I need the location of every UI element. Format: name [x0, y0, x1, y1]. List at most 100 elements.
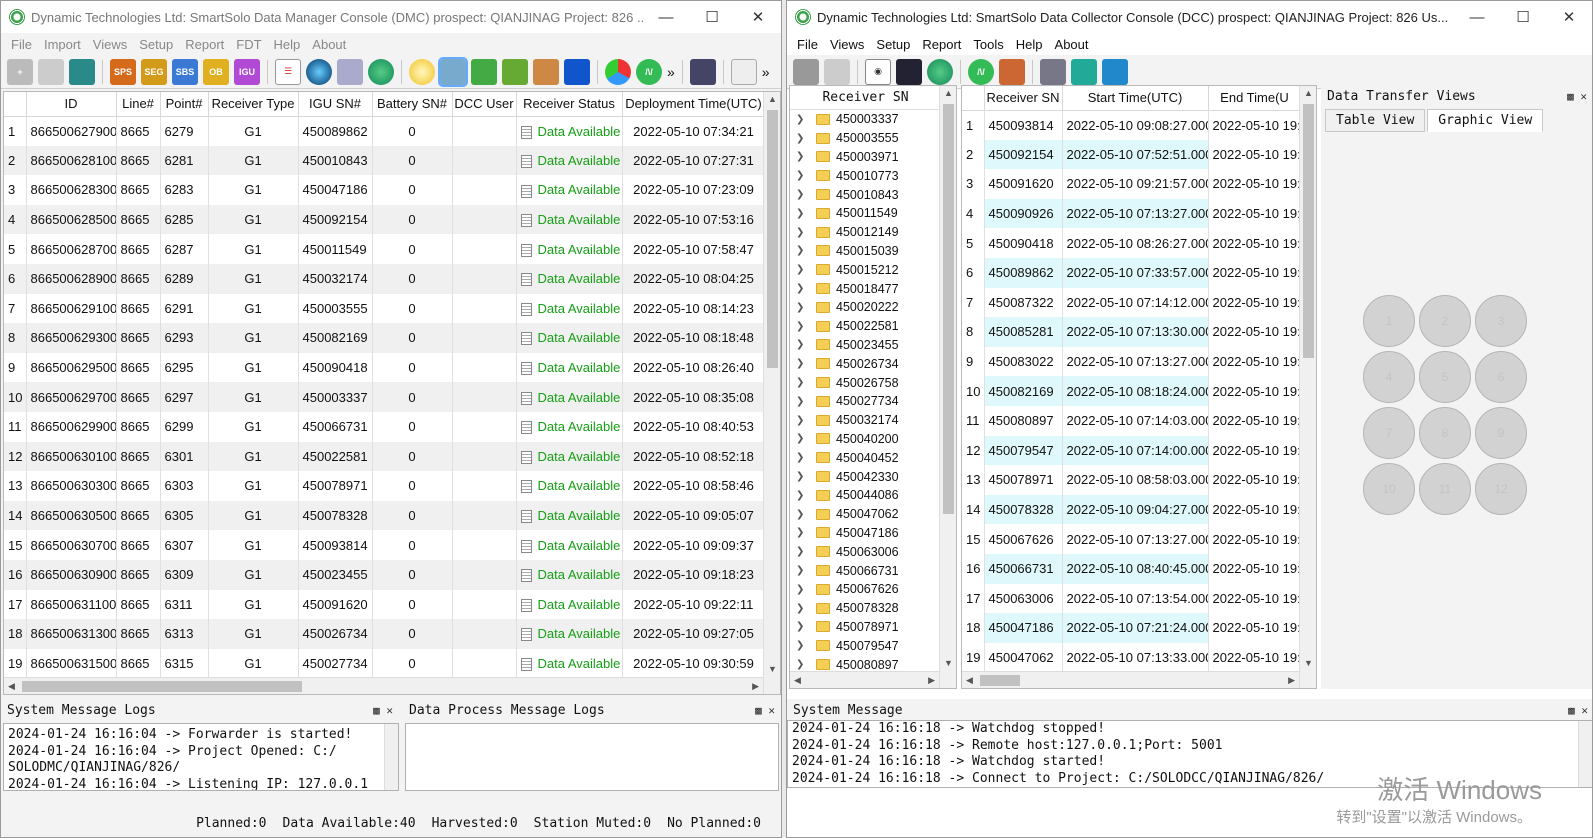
col-header-id[interactable]: ID — [26, 92, 117, 117]
close-button[interactable]: ✕ — [735, 1, 781, 33]
receiver-slot[interactable]: 5 — [1419, 351, 1471, 403]
table-row[interactable]: 19 450047062 2022-05-10 07:13:33.000 2022-0… — [962, 642, 1302, 673]
expand-chevron-icon[interactable]: ❯ — [796, 659, 810, 670]
receiver-sn-tree[interactable]: Receiver SN ❯ 450003337 ❯ 450003555 ❯ 4500039… — [789, 85, 957, 689]
receiver-slot[interactable]: 4 — [1363, 351, 1415, 403]
server-icon[interactable] — [793, 58, 819, 85]
table-row[interactable]: 15 450067626 2022-05-10 07:13:27.000 2022-0… — [962, 524, 1302, 554]
green-globe-icon[interactable] — [927, 58, 953, 85]
table-row[interactable]: 8 450085281 2022-05-10 07:13:30.000 2022-05… — [962, 317, 1302, 347]
col-header-point[interactable]: Point# — [160, 92, 209, 117]
table-row[interactable]: 4 866500628500 8665 6285 G1 450092154 0 Data Av… — [4, 204, 766, 235]
panel-float-close-icon[interactable]: ▩ ✕ — [755, 704, 775, 717]
table-row[interactable]: 2 450092154 2022-05-10 07:52:51.000 2022-05… — [962, 139, 1302, 170]
expand-chevron-icon[interactable]: ❯ — [796, 302, 810, 313]
table-row[interactable]: 2 866500628100 8665 6281 G1 450010843 0 Data Av… — [4, 145, 766, 176]
expand-chevron-icon[interactable]: ❯ — [796, 151, 810, 162]
book-icon[interactable] — [564, 58, 590, 85]
receiver-slot[interactable]: 2 — [1419, 295, 1471, 347]
tree-node[interactable]: ❯ 450023455 — [790, 336, 941, 355]
expand-chevron-icon[interactable]: ❯ — [796, 584, 810, 595]
tree-vscrollbar[interactable]: ▲ ▼ — [939, 86, 956, 688]
pie-chart-icon[interactable] — [605, 58, 631, 85]
list-icon[interactable]: ☰ — [275, 58, 301, 85]
scroll-thumb[interactable] — [943, 104, 954, 514]
table-row[interactable]: 11 450080897 2022-05-10 07:14:03.000 2022-0… — [962, 405, 1302, 436]
receiver-slot[interactable]: 10 — [1363, 463, 1415, 515]
tree-node[interactable]: ❯ 450047062 — [790, 505, 941, 524]
expand-chevron-icon[interactable]: ❯ — [796, 264, 810, 275]
menu-report[interactable]: Report — [179, 37, 230, 52]
expand-chevron-icon[interactable]: ❯ — [796, 490, 810, 501]
expand-chevron-icon[interactable]: ❯ — [796, 208, 810, 219]
table-row[interactable]: 15 866500630700 8665 6307 G1 450093814 0 Data A… — [4, 530, 766, 560]
expand-chevron-icon[interactable]: ❯ — [796, 565, 810, 576]
scroll-up-icon[interactable]: ▲ — [1304, 88, 1313, 98]
menu-setup[interactable]: Setup — [133, 37, 179, 52]
close-button[interactable]: ✕ — [1546, 1, 1592, 33]
tree-node[interactable]: ❯ 450040452 — [790, 448, 941, 467]
upload-icon[interactable] — [1102, 58, 1128, 85]
col-header-receiver-type[interactable]: Receiver Type — [208, 92, 299, 117]
col-header-battery-sn[interactable]: Battery SN# — [372, 92, 453, 117]
scroll-thumb-h[interactable] — [980, 675, 1020, 686]
camera-icon[interactable]: ◉ — [865, 58, 891, 85]
scroll-thumb[interactable] — [767, 110, 778, 368]
table-row[interactable]: 13 450078971 2022-05-10 08:58:03.000 2022-0… — [962, 465, 1302, 495]
tree-node[interactable]: ❯ 450044086 — [790, 486, 941, 505]
collector-table[interactable]: Receiver SN Start Time(UTC) End Time(U 1… — [961, 85, 1317, 689]
menu-file[interactable]: File — [791, 37, 824, 52]
terrain-icon[interactable] — [502, 58, 528, 85]
receiver-slot[interactable]: 8 — [1419, 407, 1471, 459]
menu-help[interactable]: Help — [268, 37, 307, 52]
receiver-table-vscrollbar[interactable]: ▲ ▼ — [763, 92, 780, 694]
checklist-icon[interactable] — [1071, 58, 1097, 85]
expand-chevron-icon[interactable]: ❯ — [796, 170, 810, 181]
panel-float-close-icon[interactable]: ▩ ✕ — [373, 704, 393, 717]
menu-views[interactable]: Views — [824, 37, 870, 52]
receiver-table-hscrollbar[interactable]: ◀ ▶ — [4, 677, 763, 694]
igu-import-icon[interactable]: IGU — [234, 58, 260, 85]
menu-setup[interactable]: Setup — [870, 37, 916, 52]
expand-chevron-icon[interactable]: ❯ — [796, 621, 810, 632]
system-log-box[interactable]: 2024-01-24 16:16:04 -> Forwarder is star… — [3, 723, 399, 791]
table-row[interactable]: 6 866500628900 8665 6289 G1 450032174 0 Data Av… — [4, 263, 766, 294]
table-row[interactable]: 3 450091620 2022-05-10 09:21:57.000 2022-05… — [962, 169, 1302, 199]
expand-chevron-icon[interactable]: ❯ — [796, 377, 810, 388]
tree-node[interactable]: ❯ 450026734 — [790, 354, 941, 373]
table-row[interactable]: 5 450090418 2022-05-10 08:26:27.000 2022-05… — [962, 228, 1302, 258]
minimize-button[interactable]: — — [643, 1, 689, 33]
receiver-slot[interactable]: 9 — [1475, 407, 1527, 459]
storage-icon[interactable] — [896, 58, 922, 85]
process-log-box[interactable] — [405, 723, 779, 791]
edit-document-icon[interactable] — [730, 58, 757, 85]
table-row[interactable]: 7 450087322 2022-05-10 07:14:12.000 2022-05… — [962, 287, 1302, 318]
table-row[interactable]: 6 450089862 2022-05-10 07:33:57.000 2022-05… — [962, 257, 1302, 288]
receiver-slot[interactable]: 11 — [1419, 463, 1471, 515]
tree-node[interactable]: ❯ 450067626 — [790, 580, 941, 599]
expand-chevron-icon[interactable]: ❯ — [796, 452, 810, 463]
expand-chevron-icon[interactable]: ❯ — [796, 546, 810, 557]
panel-float-close-icon[interactable]: ▩ ✕ — [1568, 704, 1588, 717]
scroll-up-icon[interactable]: ▲ — [768, 94, 777, 104]
expand-chevron-icon[interactable]: ❯ — [796, 471, 810, 482]
menu-about[interactable]: About — [306, 37, 352, 52]
tree-node[interactable]: ❯ 450010843 — [790, 185, 941, 204]
sun-icon[interactable] — [409, 58, 435, 85]
tree-node[interactable]: ❯ 450066731 — [790, 561, 941, 580]
scroll-down-icon[interactable]: ▼ — [1304, 658, 1313, 668]
expand-chevron-icon[interactable]: ❯ — [796, 245, 810, 256]
menu-file[interactable]: File — [5, 37, 38, 52]
tree-node[interactable]: ❯ 450022581 — [790, 317, 941, 336]
robot-icon[interactable] — [69, 58, 95, 85]
tree-node[interactable]: ❯ 450003337 — [790, 110, 941, 129]
tree-node[interactable]: ❯ 450018477 — [790, 279, 941, 298]
menu-views[interactable]: Views — [87, 37, 133, 52]
scroll-right-icon[interactable]: ▶ — [1288, 675, 1295, 686]
scroll-down-icon[interactable]: ▼ — [768, 664, 777, 674]
table-row[interactable]: 11 866500629900 8665 6299 G1 450066731 0 Data A… — [4, 411, 766, 442]
expand-chevron-icon[interactable]: ❯ — [796, 189, 810, 200]
tree-node[interactable]: ❯ 450063006 — [790, 542, 941, 561]
table-row[interactable]: 18 450047186 2022-05-10 07:21:24.000 2022-0… — [962, 613, 1302, 643]
waveform-icon[interactable]: /\/ — [636, 58, 662, 85]
